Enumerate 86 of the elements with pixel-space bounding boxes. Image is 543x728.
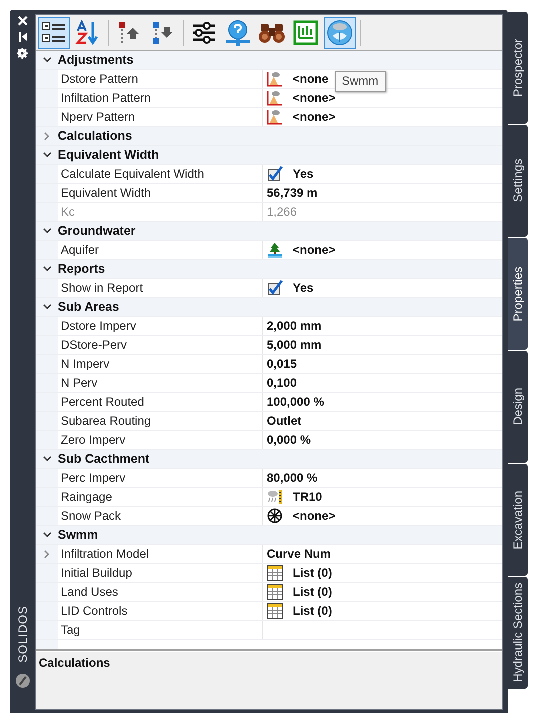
- palette-tab[interactable]: Settings: [508, 125, 528, 237]
- tooltip: Swmm: [335, 71, 386, 92]
- checkbox[interactable]: [267, 280, 283, 296]
- pattern-icon: [267, 71, 283, 87]
- property-name: Infiltration Model: [58, 545, 263, 563]
- palette-tab[interactable]: Properties: [508, 238, 528, 350]
- property-name: Snow Pack: [58, 507, 263, 525]
- property-value[interactable]: Yes: [293, 165, 314, 183]
- collapse-icon[interactable]: [42, 532, 52, 538]
- expand-icon[interactable]: [44, 550, 50, 558]
- property-value[interactable]: List (0): [293, 564, 332, 582]
- palette-tab[interactable]: Excavation: [508, 464, 528, 576]
- description-title: Calculations: [39, 656, 110, 670]
- category-header[interactable]: Groundwater: [58, 222, 136, 240]
- property-value[interactable]: <none>: [293, 241, 336, 259]
- collapse-icon[interactable]: [42, 57, 52, 63]
- property-name: DStore-Perv: [58, 336, 263, 354]
- property-value[interactable]: Curve Num: [267, 545, 332, 563]
- palette-tab[interactable]: Prospector: [508, 12, 528, 124]
- category-header[interactable]: Calculations: [58, 127, 132, 145]
- pattern-icon: [267, 90, 283, 106]
- auto-hide-icon[interactable]: [18, 32, 28, 42]
- collapse-icon[interactable]: [42, 456, 52, 462]
- property-name: N Perv: [58, 374, 263, 392]
- property-name: Aquifer: [58, 241, 263, 259]
- property-name: Perc Imperv: [58, 469, 263, 487]
- property-value[interactable]: <none>: [293, 108, 336, 126]
- categorized-button[interactable]: [38, 16, 70, 48]
- property-value[interactable]: List (0): [293, 583, 332, 601]
- property-value[interactable]: 0,000 %: [267, 431, 312, 449]
- collapse-icon[interactable]: [42, 266, 52, 272]
- palette-tab[interactable]: Design: [508, 351, 528, 463]
- property-value[interactable]: 80,000 %: [267, 469, 318, 487]
- property-value[interactable]: TR10: [293, 488, 322, 506]
- property-name: Tag: [58, 621, 263, 639]
- property-name: Percent Routed: [58, 393, 263, 411]
- category-header[interactable]: Sub Cacthment: [58, 450, 150, 468]
- property-value[interactable]: 5,000 mm: [267, 336, 322, 354]
- swmm-button[interactable]: [324, 16, 356, 48]
- round-icon[interactable]: [14, 673, 30, 689]
- property-name: Nperv Pattern: [58, 108, 263, 126]
- table-icon: [267, 565, 283, 581]
- table-icon: [267, 603, 283, 619]
- property-value[interactable]: 100,000 %: [267, 393, 324, 411]
- palette-tab[interactable]: Hydraulic Sections: [508, 577, 528, 689]
- property-value[interactable]: 56,739 m: [267, 184, 318, 202]
- property-name: Zero Imperv: [58, 431, 263, 449]
- collapse-icon[interactable]: [42, 152, 52, 158]
- expand-icon[interactable]: [44, 132, 50, 140]
- property-name: Initial Buildup: [58, 564, 263, 582]
- property-name: Dstore Pattern: [58, 70, 263, 88]
- settings-icon[interactable]: [17, 48, 28, 59]
- checkbox[interactable]: [267, 166, 283, 182]
- property-name: N Imperv: [58, 355, 263, 373]
- collapse-icon[interactable]: [42, 304, 52, 310]
- palette-title: SOLIDOS: [16, 606, 30, 663]
- property-name: Equivalent Width: [58, 184, 263, 202]
- property-name: Dstore Imperv: [58, 317, 263, 335]
- property-value[interactable]: List (0): [293, 602, 332, 620]
- category-header[interactable]: Swmm: [58, 526, 98, 544]
- property-name: LID Controls: [58, 602, 263, 620]
- property-value[interactable]: <none: [293, 70, 329, 88]
- property-name: Calculate Equivalent Width: [58, 165, 263, 183]
- property-name: Subarea Routing: [58, 412, 263, 430]
- property-value[interactable]: <none>: [293, 89, 336, 107]
- property-value[interactable]: 0,015: [267, 355, 298, 373]
- collapse-icon[interactable]: [42, 228, 52, 234]
- property-name: Raingage: [58, 488, 263, 506]
- category-header[interactable]: Sub Areas: [58, 298, 120, 316]
- property-value[interactable]: 2,000 mm: [267, 317, 322, 335]
- pattern-icon: [267, 109, 283, 125]
- category-header[interactable]: Adjustments: [58, 51, 134, 69]
- property-name: Show in Report: [58, 279, 263, 297]
- snowflake-icon: [267, 508, 283, 524]
- close-icon[interactable]: [18, 16, 28, 26]
- property-name: Kc: [58, 203, 263, 221]
- category-header[interactable]: Reports: [58, 260, 106, 278]
- property-value[interactable]: Yes: [293, 279, 314, 297]
- property-name: Infiltation Pattern: [58, 89, 263, 107]
- property-name: Land Uses: [58, 583, 263, 601]
- tree-water-icon: [267, 242, 283, 258]
- table-icon: [267, 584, 283, 600]
- property-value[interactable]: 0,100: [267, 374, 298, 392]
- rain-gauge-icon: [267, 489, 283, 505]
- property-value[interactable]: Outlet: [267, 412, 302, 430]
- property-value[interactable]: <none>: [293, 507, 336, 525]
